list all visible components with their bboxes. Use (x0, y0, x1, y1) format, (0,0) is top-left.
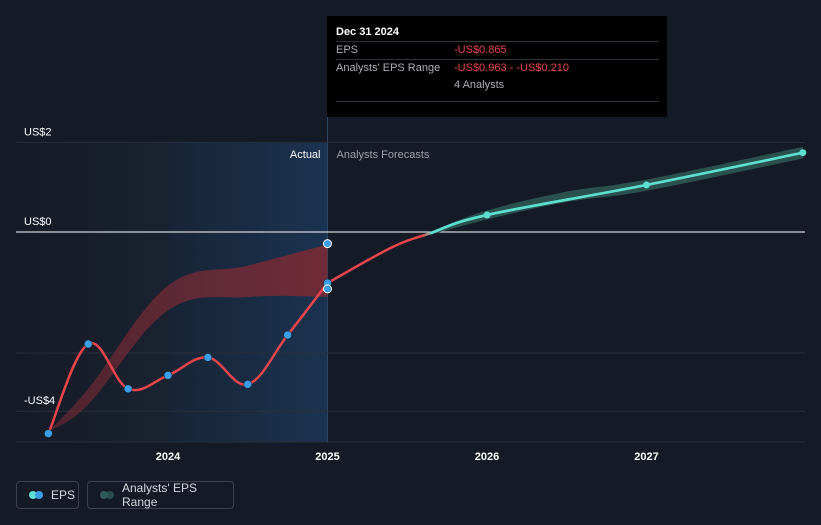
forecast-data-point (799, 149, 807, 157)
range-swatch-icon (100, 491, 114, 499)
x-tick-label: 2025 (315, 451, 339, 463)
y-tick-label: US$2 (24, 126, 52, 138)
eps-data-point (283, 330, 292, 340)
eps-data-point (84, 339, 93, 349)
y-tick-label: -US$4 (24, 395, 55, 407)
legend-eps-label: EPS (51, 488, 76, 502)
eps-data-point (163, 371, 173, 380)
eps-swatch-icon (29, 491, 43, 499)
region-label-forecast: Analysts Forecasts (337, 149, 430, 161)
region-label-actual: Actual (290, 149, 321, 161)
tooltip-date: Dec 31 2024 (336, 26, 399, 38)
x-tick-label: 2024 (156, 451, 181, 463)
chart-legend: EPS Analysts' EPS Range (16, 481, 234, 509)
eps-data-point (44, 429, 53, 438)
tooltip-row-eps: EPS -US$0.865 (336, 41, 659, 59)
tooltip-divider (336, 101, 659, 102)
forecast-data-point (643, 181, 650, 189)
y-tick-label: US$0 (24, 216, 52, 228)
range-data-point (323, 239, 332, 249)
range-data-point (323, 284, 332, 294)
x-tick-label: 2026 (475, 451, 499, 463)
eps-tooltip: Dec 31 2024 EPS -US$0.865 Analysts' EPS … (327, 16, 667, 117)
eps-data-point (203, 353, 213, 362)
eps-chart: US$2 US$0 -US$4 2024 2025 2026 2027 Actual Analy… (0, 0, 821, 520)
tooltip-key (336, 77, 454, 94)
legend-range-label: Analysts' EPS Range (122, 481, 197, 509)
tooltip-value: 4 Analysts (454, 79, 505, 91)
tooltip-row-range: Analysts' EPS Range -US$0.963 - -US$0.21… (336, 59, 659, 77)
eps-data-point (243, 380, 252, 389)
tooltip-value: -US$0.963 - -US$0.210 (454, 62, 569, 74)
legend-range-button[interactable]: Analysts' EPS Range (87, 481, 234, 509)
x-tick-label: 2027 (634, 451, 658, 463)
forecast-data-point (483, 211, 491, 219)
tooltip-value: -US$0.865 (454, 44, 507, 56)
tooltip-row-analysts: 4 Analysts (336, 77, 659, 94)
tooltip-key: Analysts' EPS Range (336, 62, 441, 74)
eps-data-point (123, 384, 133, 394)
legend-eps-button[interactable]: EPS (16, 481, 79, 509)
tooltip-key: EPS (336, 44, 359, 56)
